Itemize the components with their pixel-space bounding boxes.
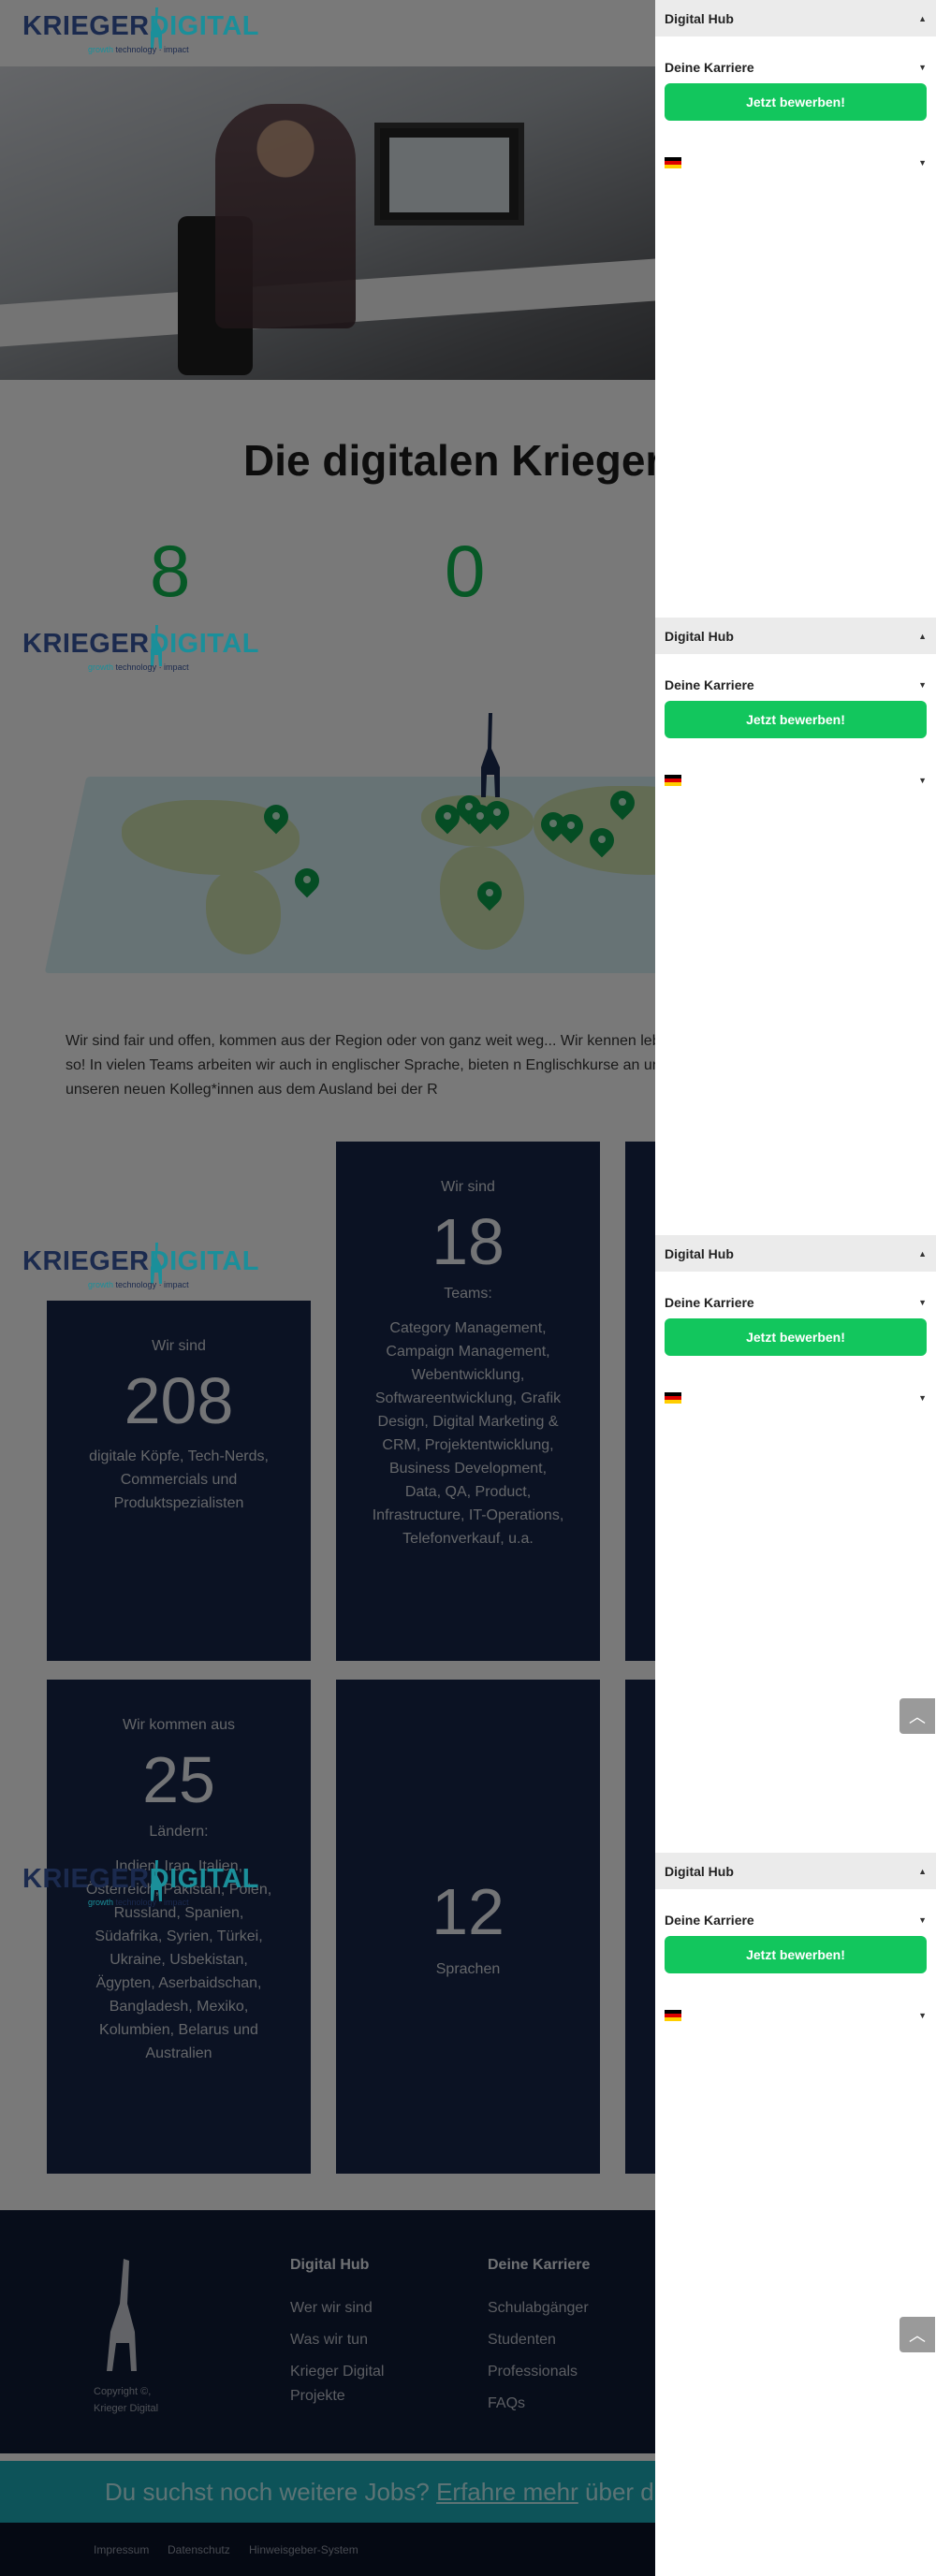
language-select[interactable]: ▼ <box>655 1371 936 1425</box>
menu-label: Deine Karriere <box>665 1295 754 1310</box>
header-band: KRIEGERDIGITAL growth technology · impac… <box>0 1235 936 1853</box>
menu-label: Deine Karriere <box>665 1913 754 1928</box>
apply-button[interactable]: Jetzt bewerben! <box>665 1318 927 1356</box>
chevron-down-icon: ▼ <box>918 680 927 690</box>
chevron-up-icon: ▲ <box>918 631 927 641</box>
chevron-up-icon: ▲ <box>918 13 927 23</box>
chevron-down-icon: ▼ <box>918 776 927 785</box>
logo[interactable]: KRIEGERDIGITAL growth technology · impac… <box>22 625 259 676</box>
german-flag-icon <box>665 1392 681 1404</box>
tagline-part: growth <box>88 45 114 54</box>
logo-word: KRIEGER <box>22 1864 150 1894</box>
menu-digital-hub[interactable]: Digital Hub ▲ <box>655 0 936 36</box>
menu-digital-hub[interactable]: Digital Hub ▲ <box>655 1235 936 1272</box>
chevron-down-icon: ▼ <box>918 1298 927 1307</box>
german-flag-icon <box>665 157 681 168</box>
logo-tagline: growth technology · impact <box>88 45 189 54</box>
logo-word: DIGITAL <box>149 1246 259 1276</box>
logo-word: DIGITAL <box>149 629 259 659</box>
logo[interactable]: KRIEGERDIGITAL growth technology · impac… <box>22 1860 259 1911</box>
chevron-down-icon: ▼ <box>918 2011 927 2020</box>
nav-drawer: Digital Hub ▲ Deine Karriere ▼ Jetzt bewer… <box>655 618 936 1235</box>
giraffe-icon <box>151 625 162 666</box>
logo-tagline: growth technology · impact <box>88 1898 189 1907</box>
language-select[interactable]: ▼ <box>655 136 936 190</box>
logo-word: KRIEGER <box>22 1246 150 1276</box>
logo-word: KRIEGER <box>22 11 150 41</box>
nav-drawer: Digital Hub ▲ Deine Karriere ▼ Jetzt bewer… <box>655 0 936 618</box>
tagline-part: growth <box>88 1898 114 1907</box>
logo-word: DIGITAL <box>149 11 259 41</box>
tagline-part: technology · impact <box>115 662 189 672</box>
giraffe-icon <box>151 1860 162 1901</box>
tagline-part: technology · impact <box>115 45 189 54</box>
apply-button[interactable]: Jetzt bewerben! <box>665 1936 927 1973</box>
chevron-down-icon: ▼ <box>918 1393 927 1403</box>
giraffe-icon <box>151 1243 162 1284</box>
header-band: KRIEGERDIGITAL growth technology · impac… <box>0 0 936 618</box>
language-select[interactable]: ▼ <box>655 753 936 808</box>
menu-label: Digital Hub <box>665 628 734 644</box>
menu-digital-hub[interactable]: Digital Hub ▲ <box>655 618 936 654</box>
logo-word: KRIEGER <box>22 629 150 659</box>
chevron-down-icon: ▼ <box>918 158 927 167</box>
menu-label: Deine Karriere <box>665 677 754 692</box>
logo-word: DIGITAL <box>149 1864 259 1894</box>
tagline-part: technology · impact <box>115 1280 189 1289</box>
header-band: KRIEGERDIGITAL growth technology · impac… <box>0 618 936 1235</box>
german-flag-icon <box>665 775 681 786</box>
nav-drawer: Digital Hub ▲ Deine Karriere ▼ Jetzt bewer… <box>655 1235 936 1853</box>
scroll-to-top-button[interactable]: ︿ <box>899 1698 935 1734</box>
apply-button[interactable]: Jetzt bewerben! <box>665 701 927 738</box>
menu-digital-hub[interactable]: Digital Hub ▲ <box>655 1853 936 1889</box>
menu-label: Digital Hub <box>665 10 734 26</box>
german-flag-icon <box>665 2010 681 2021</box>
logo[interactable]: KRIEGERDIGITAL growth technology · impac… <box>22 1243 259 1293</box>
tagline-part: growth <box>88 662 114 672</box>
chevron-up-icon: ▲ <box>918 1866 927 1876</box>
logo-tagline: growth technology · impact <box>88 662 189 672</box>
tagline-part: growth <box>88 1280 114 1289</box>
menu-label: Digital Hub <box>665 1245 734 1261</box>
chevron-down-icon: ▼ <box>918 1915 927 1925</box>
language-select[interactable]: ▼ <box>655 1988 936 2043</box>
scroll-to-top-button[interactable]: ︿ <box>899 2317 935 2352</box>
logo-tagline: growth technology · impact <box>88 1280 189 1289</box>
chevron-up-icon: ▲ <box>918 1248 927 1259</box>
menu-label: Deine Karriere <box>665 60 754 75</box>
menu-label: Digital Hub <box>665 1863 734 1879</box>
apply-button[interactable]: Jetzt bewerben! <box>665 83 927 121</box>
nav-drawer: Digital Hub ▲ Deine Karriere ▼ Jetzt bewer… <box>655 1853 936 2576</box>
chevron-down-icon: ▼ <box>918 63 927 72</box>
giraffe-icon <box>151 7 162 49</box>
tagline-part: technology · impact <box>115 1898 189 1907</box>
logo[interactable]: KRIEGERDIGITAL growth technology · impac… <box>22 7 259 58</box>
header-band: KRIEGERDIGITAL growth technology · impac… <box>0 1853 936 2576</box>
